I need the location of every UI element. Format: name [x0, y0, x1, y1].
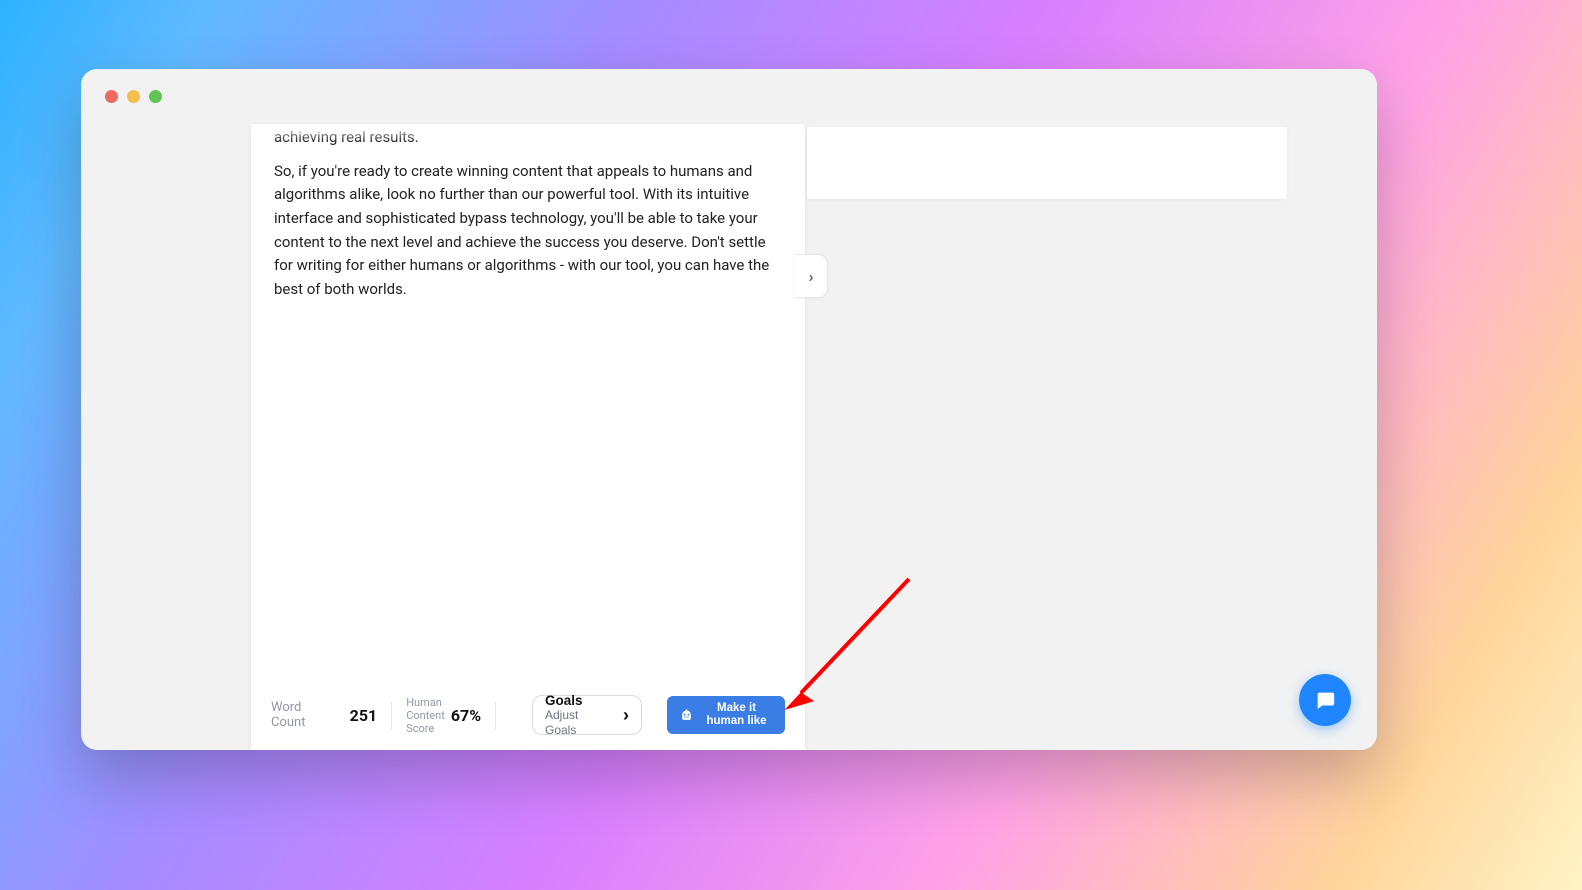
stats-divider — [495, 701, 496, 729]
hcs-label-line: Human — [406, 696, 445, 709]
goals-subtitle: Adjust Goals — [545, 708, 613, 738]
hcs-value: 67% — [451, 706, 481, 725]
chevron-right-icon: › — [809, 267, 814, 286]
window-minimize-dot[interactable] — [127, 90, 140, 103]
hcs-label-line: Content — [406, 709, 445, 722]
robot-icon — [679, 708, 694, 723]
stats-divider — [391, 701, 392, 729]
goals-button[interactable]: Goals Adjust Goals › — [532, 695, 642, 735]
make-it-human-like-button[interactable]: Make it human like — [667, 696, 785, 734]
chat-fab[interactable] — [1299, 674, 1351, 726]
chevron-right-icon: › — [623, 706, 629, 724]
hcs-label-line: Score — [406, 722, 445, 735]
humanize-label: Make it human like — [700, 702, 773, 728]
editor-bottom-bar: Word Count 251 Human Content Score 67% G… — [251, 680, 805, 750]
editor-panel: engines but also connects with your audi… — [251, 124, 805, 750]
word-count-value: 251 — [350, 706, 378, 725]
expand-panel-tab[interactable]: › — [795, 254, 828, 298]
right-panel-collapsed — [807, 127, 1287, 199]
word-count-label: Word Count — [271, 700, 338, 730]
goals-title: Goals — [545, 693, 613, 708]
titlebar — [81, 69, 1377, 124]
app-window: engines but also connects with your audi… — [81, 69, 1377, 750]
editor-paragraph: So, if you're ready to create winning co… — [274, 160, 782, 302]
human-content-score: Human Content Score 67% — [406, 696, 481, 735]
window-zoom-dot[interactable] — [149, 90, 162, 103]
chat-icon — [1314, 689, 1336, 711]
editor-paragraph: engines but also connects with your audi… — [274, 124, 782, 150]
window-close-dot[interactable] — [105, 90, 118, 103]
editor-text-area[interactable]: engines but also connects with your audi… — [274, 124, 782, 680]
